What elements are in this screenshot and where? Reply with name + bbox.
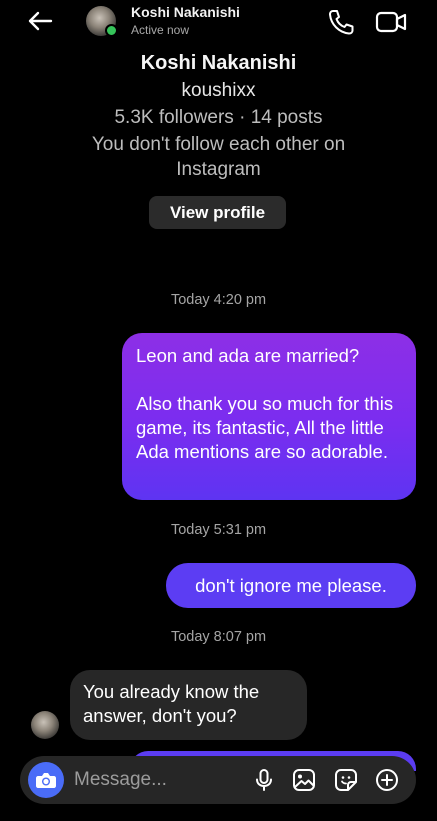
header-avatar[interactable] (86, 6, 118, 37)
timestamp: Today 5:31 pm (170, 522, 267, 538)
voice-message-button[interactable] (252, 768, 276, 792)
outgoing-message-bubble[interactable]: Leon and ada are married? Also thank you… (122, 333, 416, 500)
message-text: Also thank you so much for this game, it… (136, 393, 394, 462)
profile-username: koushixx (181, 80, 256, 101)
gallery-button[interactable] (292, 768, 316, 792)
profile-name: Koshi Nakanishi (140, 52, 297, 74)
audio-call-button[interactable] (326, 8, 356, 36)
view-profile-button[interactable]: View profile (149, 196, 286, 229)
chat-header: Koshi Nakanishi Active now (0, 0, 437, 44)
follow-status-note: You don't follow each other on Instagram (91, 134, 346, 180)
message-text: don't ignore me please. (195, 574, 387, 596)
profile-summary: Koshi Nakanishi koushixx 5.3K followers … (0, 50, 437, 182)
back-arrow-icon (28, 11, 53, 31)
timestamp: Today 8:07 pm (170, 629, 267, 645)
header-active-status: Active now (131, 23, 190, 37)
sticker-icon (335, 769, 357, 791)
back-button[interactable] (22, 6, 58, 36)
gallery-icon (293, 769, 315, 791)
profile-stats: 5.3K followers · 14 posts (114, 107, 323, 128)
online-status-dot (105, 24, 118, 37)
plus-icon (376, 769, 398, 791)
sender-avatar[interactable] (31, 711, 59, 739)
header-contact-name[interactable]: Koshi Nakanishi (131, 4, 240, 20)
microphone-icon (256, 769, 272, 791)
more-options-button[interactable] (375, 768, 399, 792)
message-text: Leon and ada are married? (136, 345, 360, 366)
incoming-message-bubble[interactable]: You already know the answer, don't you? (70, 670, 307, 740)
video-call-button[interactable] (374, 8, 408, 36)
outgoing-message-bubble[interactable]: don't ignore me please. (166, 563, 416, 608)
message-input[interactable] (74, 762, 244, 798)
message-composer (20, 756, 416, 804)
camera-icon (36, 773, 56, 788)
video-camera-icon (375, 11, 407, 33)
message-text: You already know the answer, don't you? (83, 681, 260, 726)
sticker-button[interactable] (334, 768, 358, 792)
phone-icon (329, 10, 354, 35)
timestamp: Today 4:20 pm (170, 292, 267, 308)
camera-button[interactable] (28, 762, 64, 798)
